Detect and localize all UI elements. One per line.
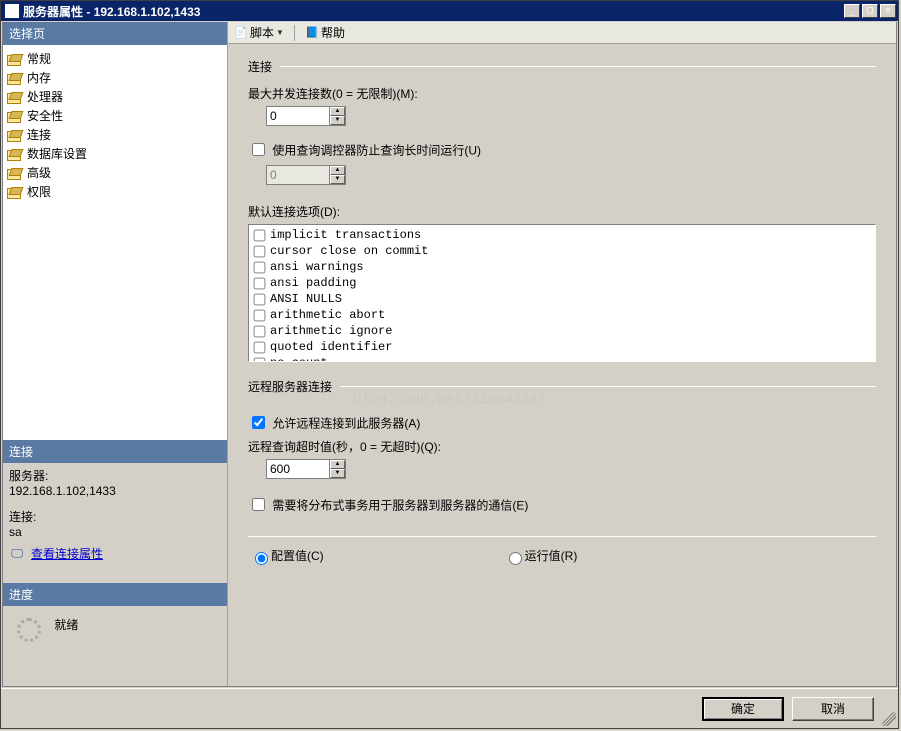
tree-item-dbsettings[interactable]: 数据库设置 [5, 144, 225, 163]
radio-running-row[interactable]: 运行值(R) [504, 547, 578, 565]
script-icon: 📄 [234, 26, 248, 40]
max-conn-spin[interactable]: ▲▼ [266, 106, 346, 126]
help-icon: 📘 [305, 26, 319, 40]
server-value: 192.168.1.102,1433 [9, 484, 221, 498]
tree-item-security[interactable]: 安全性 [5, 106, 225, 125]
spin-down[interactable]: ▼ [330, 469, 345, 478]
radio-configured[interactable] [255, 552, 268, 565]
conn-value: sa [9, 525, 221, 539]
max-conn-label: 最大并发连接数(0 = 无限制)(M): [248, 85, 876, 102]
remote-timeout-label: 远程查询超时值(秒，0 = 无超时)(Q): [248, 438, 876, 455]
page-icon [7, 71, 23, 85]
use-governor-row[interactable]: 使用查询调控器防止查询长时间运行(U) [248, 142, 481, 156]
default-options-list[interactable]: implicit transactions cursor close on co… [248, 224, 876, 362]
page-icon [7, 90, 23, 104]
progress-header: 进度 [3, 583, 227, 606]
form-area: 连接 最大并发连接数(0 = 无限制)(M): ▲▼ 使用查询调控器防止查询长时… [228, 44, 896, 686]
sidebar: 选择页 常规 内存 处理器 安全性 连接 数据库设置 高级 权限 连接 服务器:… [3, 22, 228, 686]
page-icon [7, 128, 23, 142]
tree-item-memory[interactable]: 内存 [5, 68, 225, 87]
group-remote: 远程服务器连接 [248, 378, 332, 395]
window-title: 服务器属性 - 192.168.1.102,1433 [23, 3, 842, 20]
tree-item-permissions[interactable]: 权限 [5, 182, 225, 201]
spin-down: ▼ [330, 175, 345, 184]
spin-up: ▲ [330, 166, 345, 175]
list-item[interactable]: ansi warnings [253, 259, 871, 275]
governor-spin: ▲▼ [266, 165, 346, 185]
tree-item-processors[interactable]: 处理器 [5, 87, 225, 106]
list-item[interactable]: ansi padding [253, 275, 871, 291]
default-opts-label: 默认连接选项(D): [248, 203, 876, 220]
conn-label: 连接: [9, 508, 221, 525]
toolbar-separator [294, 25, 295, 41]
list-item[interactable]: implicit transactions [253, 227, 871, 243]
page-tree: 常规 内存 处理器 安全性 连接 数据库设置 高级 权限 [3, 45, 227, 440]
spin-down[interactable]: ▼ [330, 116, 345, 125]
progress-status: 就绪 [54, 618, 78, 632]
server-properties-window: ▣ 服务器属性 - 192.168.1.102,1433 _ □ ✕ 选择页 常… [0, 0, 899, 729]
radio-running[interactable] [509, 552, 522, 565]
list-item[interactable]: arithmetic abort [253, 307, 871, 323]
script-button[interactable]: 📄脚本▼ [234, 24, 284, 41]
list-item[interactable]: no count [253, 355, 871, 362]
view-connection-properties-link[interactable]: 查看连接属性 [31, 545, 103, 562]
page-icon [7, 166, 23, 180]
allow-remote-row[interactable]: 允许远程连接到此服务器(A) [248, 415, 420, 429]
tree-item-general[interactable]: 常规 [5, 49, 225, 68]
radio-configured-row[interactable]: 配置值(C) [250, 547, 324, 565]
sidebar-header: 选择页 [3, 22, 227, 45]
button-bar: 确定 取消 [1, 688, 898, 728]
use-governor-checkbox[interactable] [252, 143, 265, 156]
page-icon [7, 52, 23, 66]
resize-grip[interactable] [882, 712, 896, 726]
progress-section: 就绪 [3, 606, 227, 686]
spin-up[interactable]: ▲ [330, 460, 345, 469]
spin-up[interactable]: ▲ [330, 107, 345, 116]
allow-remote-checkbox[interactable] [252, 416, 265, 429]
connection-info: 服务器: 192.168.1.102,1433 连接: sa 🖵 查看连接属性 [3, 463, 227, 583]
ok-button[interactable]: 确定 [702, 697, 784, 721]
chevron-down-icon: ▼ [276, 28, 284, 37]
list-item[interactable]: cursor close on commit [253, 243, 871, 259]
list-item[interactable]: arithmetic ignore [253, 323, 871, 339]
cancel-button[interactable]: 取消 [792, 697, 874, 721]
minimize-button[interactable]: _ [844, 4, 860, 18]
properties-icon: 🖵 [9, 546, 25, 562]
right-pane: 📄脚本▼ 📘帮助 连接 最大并发连接数(0 = 无限制)(M): ▲▼ [228, 22, 896, 686]
toolbar: 📄脚本▼ 📘帮助 [228, 22, 896, 44]
require-dist-checkbox[interactable] [252, 498, 265, 511]
connection-header: 连接 [3, 440, 227, 463]
max-conn-input[interactable] [267, 107, 329, 125]
app-icon: ▣ [5, 4, 19, 18]
page-icon [7, 109, 23, 123]
close-button[interactable]: ✕ [880, 4, 896, 18]
tree-item-connections[interactable]: 连接 [5, 125, 225, 144]
remote-timeout-spin[interactable]: ▲▼ [266, 459, 346, 479]
group-connections: 连接 [248, 58, 272, 75]
maximize-button[interactable]: □ [862, 4, 878, 18]
spinner-icon [17, 618, 41, 642]
governor-input [267, 166, 329, 184]
list-item[interactable]: quoted identifier [253, 339, 871, 355]
list-item[interactable]: ANSI NULLS [253, 291, 871, 307]
page-icon [7, 185, 23, 199]
require-dist-row[interactable]: 需要将分布式事务用于服务器到服务器的通信(E) [248, 497, 528, 511]
remote-timeout-input[interactable] [267, 460, 329, 478]
title-bar: ▣ 服务器属性 - 192.168.1.102,1433 _ □ ✕ [1, 1, 898, 21]
help-button[interactable]: 📘帮助 [305, 24, 345, 41]
server-label: 服务器: [9, 467, 221, 484]
page-icon [7, 147, 23, 161]
tree-item-advanced[interactable]: 高级 [5, 163, 225, 182]
